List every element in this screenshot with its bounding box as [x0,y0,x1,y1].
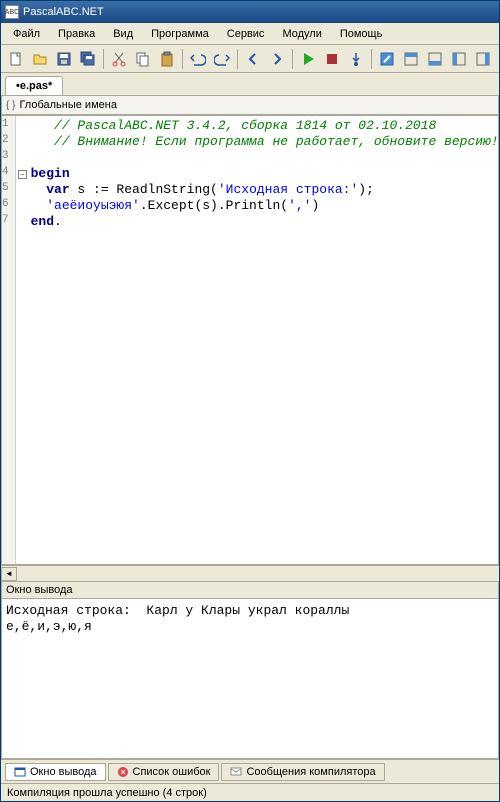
toolbar-copy-button[interactable] [132,48,154,70]
menu-модули[interactable]: Модули [274,26,329,42]
statusbar: Компиляция прошла успешно (4 строк) [1,783,499,801]
save-icon [56,51,72,67]
bottom-tabs: Окно вывода Список ошибок Сообщения компил… [1,759,499,783]
app-icon: ABC [5,5,19,19]
error-icon [117,766,129,778]
code-editor[interactable]: 1234567 − // PascalABC.NET 3.4.2, сборка… [1,115,499,565]
line-number: 2 [2,134,15,150]
bottom-tab-label: Список ошибок [133,766,211,778]
tab-active-file[interactable]: •e.pas* [5,76,63,95]
line-number: 5 [2,182,15,198]
code-line[interactable]: // Внимание! Если программа не работает,… [31,134,499,150]
panel4-icon [451,51,467,67]
titlebar: ABC PascalABC.NET [1,1,499,23]
cut-icon [111,51,127,67]
panel5-icon [475,51,491,67]
toolbar-fwd-button[interactable] [266,48,288,70]
panel1-icon [379,51,395,67]
toolbar-panel5-button[interactable] [472,48,494,70]
breadcrumb-icon: { } [6,100,15,111]
saveall-icon [80,51,96,67]
line-gutter: 1234567 [2,116,16,564]
breadcrumb[interactable]: { } Глобальные имена [1,95,499,115]
new-icon [8,51,24,67]
toolbar-separator [182,49,183,69]
toolbar-undo-button[interactable] [187,48,209,70]
copy-icon [135,51,151,67]
msg-icon [230,766,242,778]
panel2-icon [403,51,419,67]
line-number: 3 [2,150,15,166]
output-panel-body: Исходная строка: Карл у Клары украл кора… [1,599,499,759]
line-number: 4 [2,166,15,182]
toolbar-cut-button[interactable] [108,48,130,70]
line-number: 6 [2,198,15,214]
toolbar-open-button[interactable] [29,48,51,70]
toolbar-paste-button[interactable] [156,48,178,70]
menubar: ФайлПравкаВидПрограммаСервисМодулиПомощь [1,23,499,45]
toolbar-separator [103,49,104,69]
toolbar-panel2-button[interactable] [400,48,422,70]
toolbar-redo-button[interactable] [211,48,233,70]
toolbar-stepinto-button[interactable] [345,48,367,70]
output-panel-header: Окно вывода [1,581,499,599]
toolbar-new-button[interactable] [5,48,27,70]
line-number: 1 [2,118,15,134]
fold-gutter: − [16,116,27,564]
window-title: PascalABC.NET [23,6,104,18]
scroll-left-icon[interactable]: ◄ [1,567,17,581]
toolbar-separator [371,49,372,69]
stepinto-icon [348,51,364,67]
run-icon [300,51,316,67]
toolbar-panel1-button[interactable] [376,48,398,70]
toolbar-stop-button[interactable] [321,48,343,70]
back-icon [245,51,261,67]
toolbar-run-button[interactable] [297,48,319,70]
panel3-icon [427,51,443,67]
breadcrumb-text: Глобальные имена [19,99,117,111]
menu-помощь[interactable]: Помощь [332,26,391,42]
toolbar-panel4-button[interactable] [448,48,470,70]
horizontal-scrollbar[interactable]: ◄ [1,565,499,581]
code-content[interactable]: // PascalABC.NET 3.4.2, сборка 1814 от 0… [27,116,499,564]
status-text: Компиляция прошла успешно (4 строк) [7,787,207,799]
code-line[interactable]: end. [31,214,499,230]
toolbar-separator [292,49,293,69]
fold-toggle-icon[interactable]: − [18,170,27,179]
toolbar-separator [237,49,238,69]
bottom-tab-label: Окно вывода [30,766,97,778]
bottom-tab-label: Сообщения компилятора [246,766,375,778]
open-icon [32,51,48,67]
toolbar-panel3-button[interactable] [424,48,446,70]
menu-вид[interactable]: Вид [105,26,141,42]
toolbar-saveall-button[interactable] [77,48,99,70]
fwd-icon [269,51,285,67]
line-number: 7 [2,214,15,230]
redo-icon [214,51,230,67]
toolbar-back-button[interactable] [242,48,264,70]
menu-сервис[interactable]: Сервис [219,26,273,42]
paste-icon [159,51,175,67]
editor-tabs: •e.pas* [1,73,499,95]
window-icon [14,766,26,778]
bottom-tab-error[interactable]: Список ошибок [108,763,220,781]
code-line[interactable]: // PascalABC.NET 3.4.2, сборка 1814 от 0… [31,118,499,134]
stop-icon [324,51,340,67]
menu-файл[interactable]: Файл [5,26,48,42]
menu-программа[interactable]: Программа [143,26,217,42]
bottom-tab-msg[interactable]: Сообщения компилятора [221,763,384,781]
code-line[interactable] [31,150,499,166]
toolbar-save-button[interactable] [53,48,75,70]
toolbar [1,45,499,73]
undo-icon [190,51,206,67]
code-line[interactable]: 'аеёиоуыэюя'.Except(s).Println(',') [31,198,499,214]
code-line[interactable]: begin [31,166,499,182]
menu-правка[interactable]: Правка [50,26,103,42]
code-line[interactable]: var s := ReadlnString('Исходная строка:'… [31,182,499,198]
bottom-tab-window[interactable]: Окно вывода [5,763,106,781]
